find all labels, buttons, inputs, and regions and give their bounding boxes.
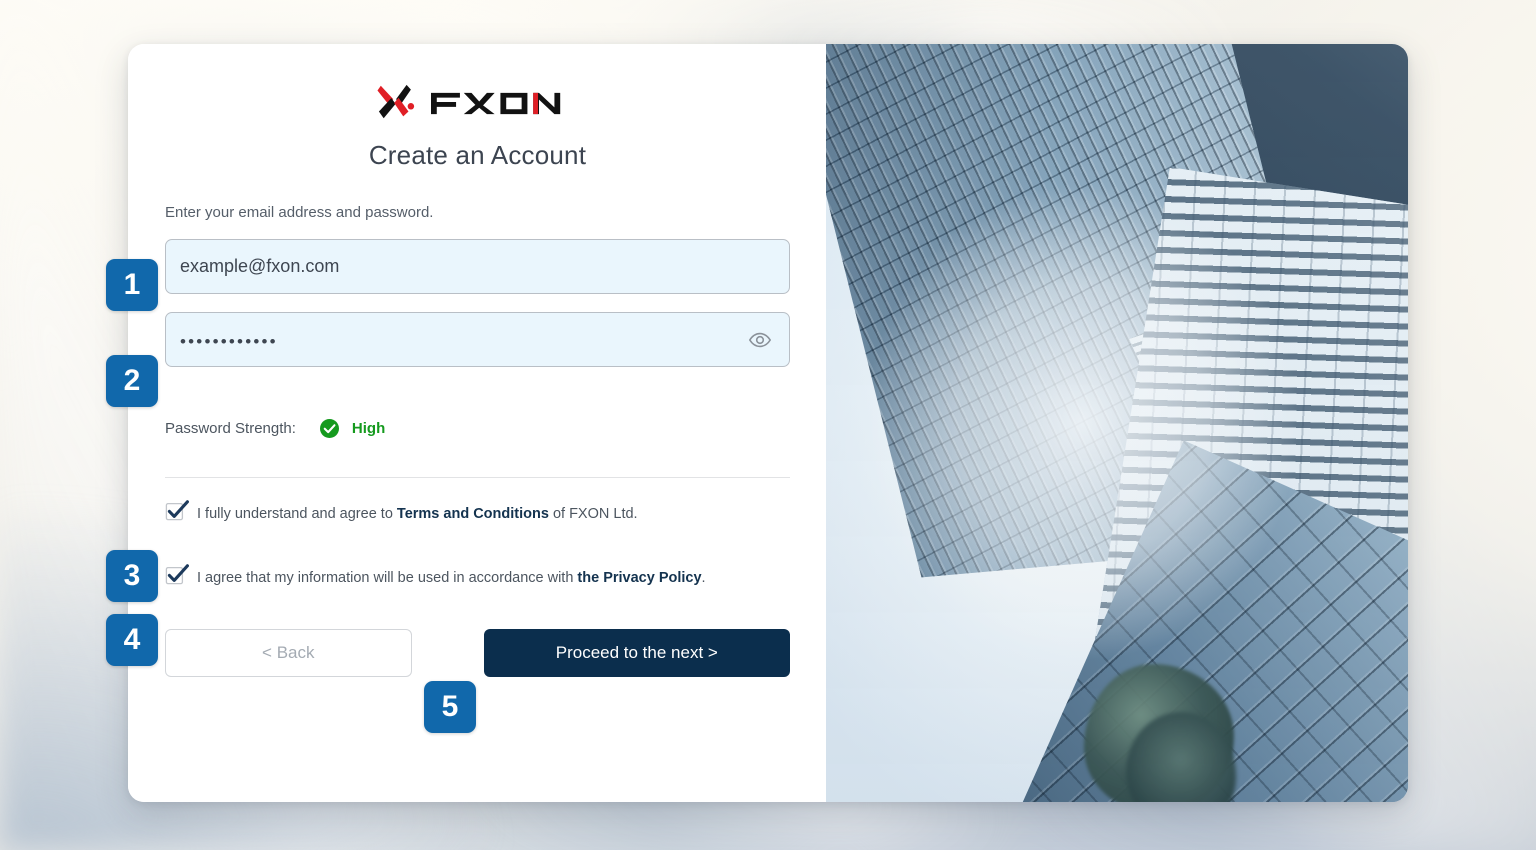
brand-logo	[165, 44, 790, 123]
proceed-button[interactable]: Proceed to the next >	[483, 629, 790, 677]
form-actions: < Back Proceed to the next >	[165, 629, 790, 677]
privacy-text-after: .	[701, 570, 706, 586]
password-strength-row: Password Strength: High	[165, 417, 790, 439]
terms-text-before: I fully understand and agree to	[197, 506, 397, 522]
privacy-policy-link[interactable]: the Privacy Policy	[577, 570, 701, 586]
signup-card: Create an Account Enter your email addre…	[128, 44, 1408, 802]
terms-agreement-row: I fully understand and agree to Terms an…	[165, 500, 790, 525]
privacy-text-before: I agree that my information will be used…	[197, 570, 578, 586]
skyscrapers-looking-up-photo	[826, 44, 1408, 802]
email-field-wrapper: example@fxon.com	[165, 239, 790, 294]
password-field-wrapper: ••••••••••••	[165, 312, 790, 367]
terms-link[interactable]: Terms and Conditions	[397, 506, 549, 522]
eye-icon[interactable]	[747, 327, 773, 353]
step-badge-4: 4	[106, 614, 158, 666]
checkbox-checked-icon[interactable]	[165, 500, 189, 524]
fxon-wordmark-icon	[431, 92, 561, 114]
email-field[interactable]: example@fxon.com	[165, 239, 790, 294]
step-badge-1: 1	[106, 259, 158, 311]
step-badge-2: 2	[106, 355, 158, 407]
form-subtitle: Enter your email address and password.	[165, 204, 434, 221]
check-circle-icon	[319, 418, 339, 438]
page-root: Create an Account Enter your email addre…	[0, 0, 1536, 850]
page-title: Create an Account	[368, 140, 587, 170]
section-divider	[165, 477, 790, 478]
password-strength-label: Password Strength:	[165, 419, 296, 437]
step-badge-3: 3	[106, 550, 158, 602]
privacy-agreement-text: I agree that my information will be used…	[197, 567, 706, 589]
form-pane: Create an Account Enter your email addre…	[128, 44, 826, 802]
privacy-agreement-row: I agree that my information will be used…	[165, 564, 790, 589]
email-field-value: example@fxon.com	[180, 256, 340, 276]
photo-tint	[826, 44, 1408, 802]
terms-text-after: of FXON Ltd.	[548, 506, 638, 522]
fxon-x-mark-icon	[377, 84, 415, 119]
checkbox-checked-icon[interactable]	[165, 564, 189, 588]
password-strength-value: High	[351, 419, 386, 437]
back-button[interactable]: < Back	[165, 629, 412, 677]
password-field-value: ••••••••••••	[180, 331, 278, 351]
step-badge-5: 5	[424, 681, 476, 733]
password-field[interactable]: ••••••••••••	[165, 312, 790, 367]
terms-agreement-text: I fully understand and agree to Terms an…	[197, 503, 638, 525]
